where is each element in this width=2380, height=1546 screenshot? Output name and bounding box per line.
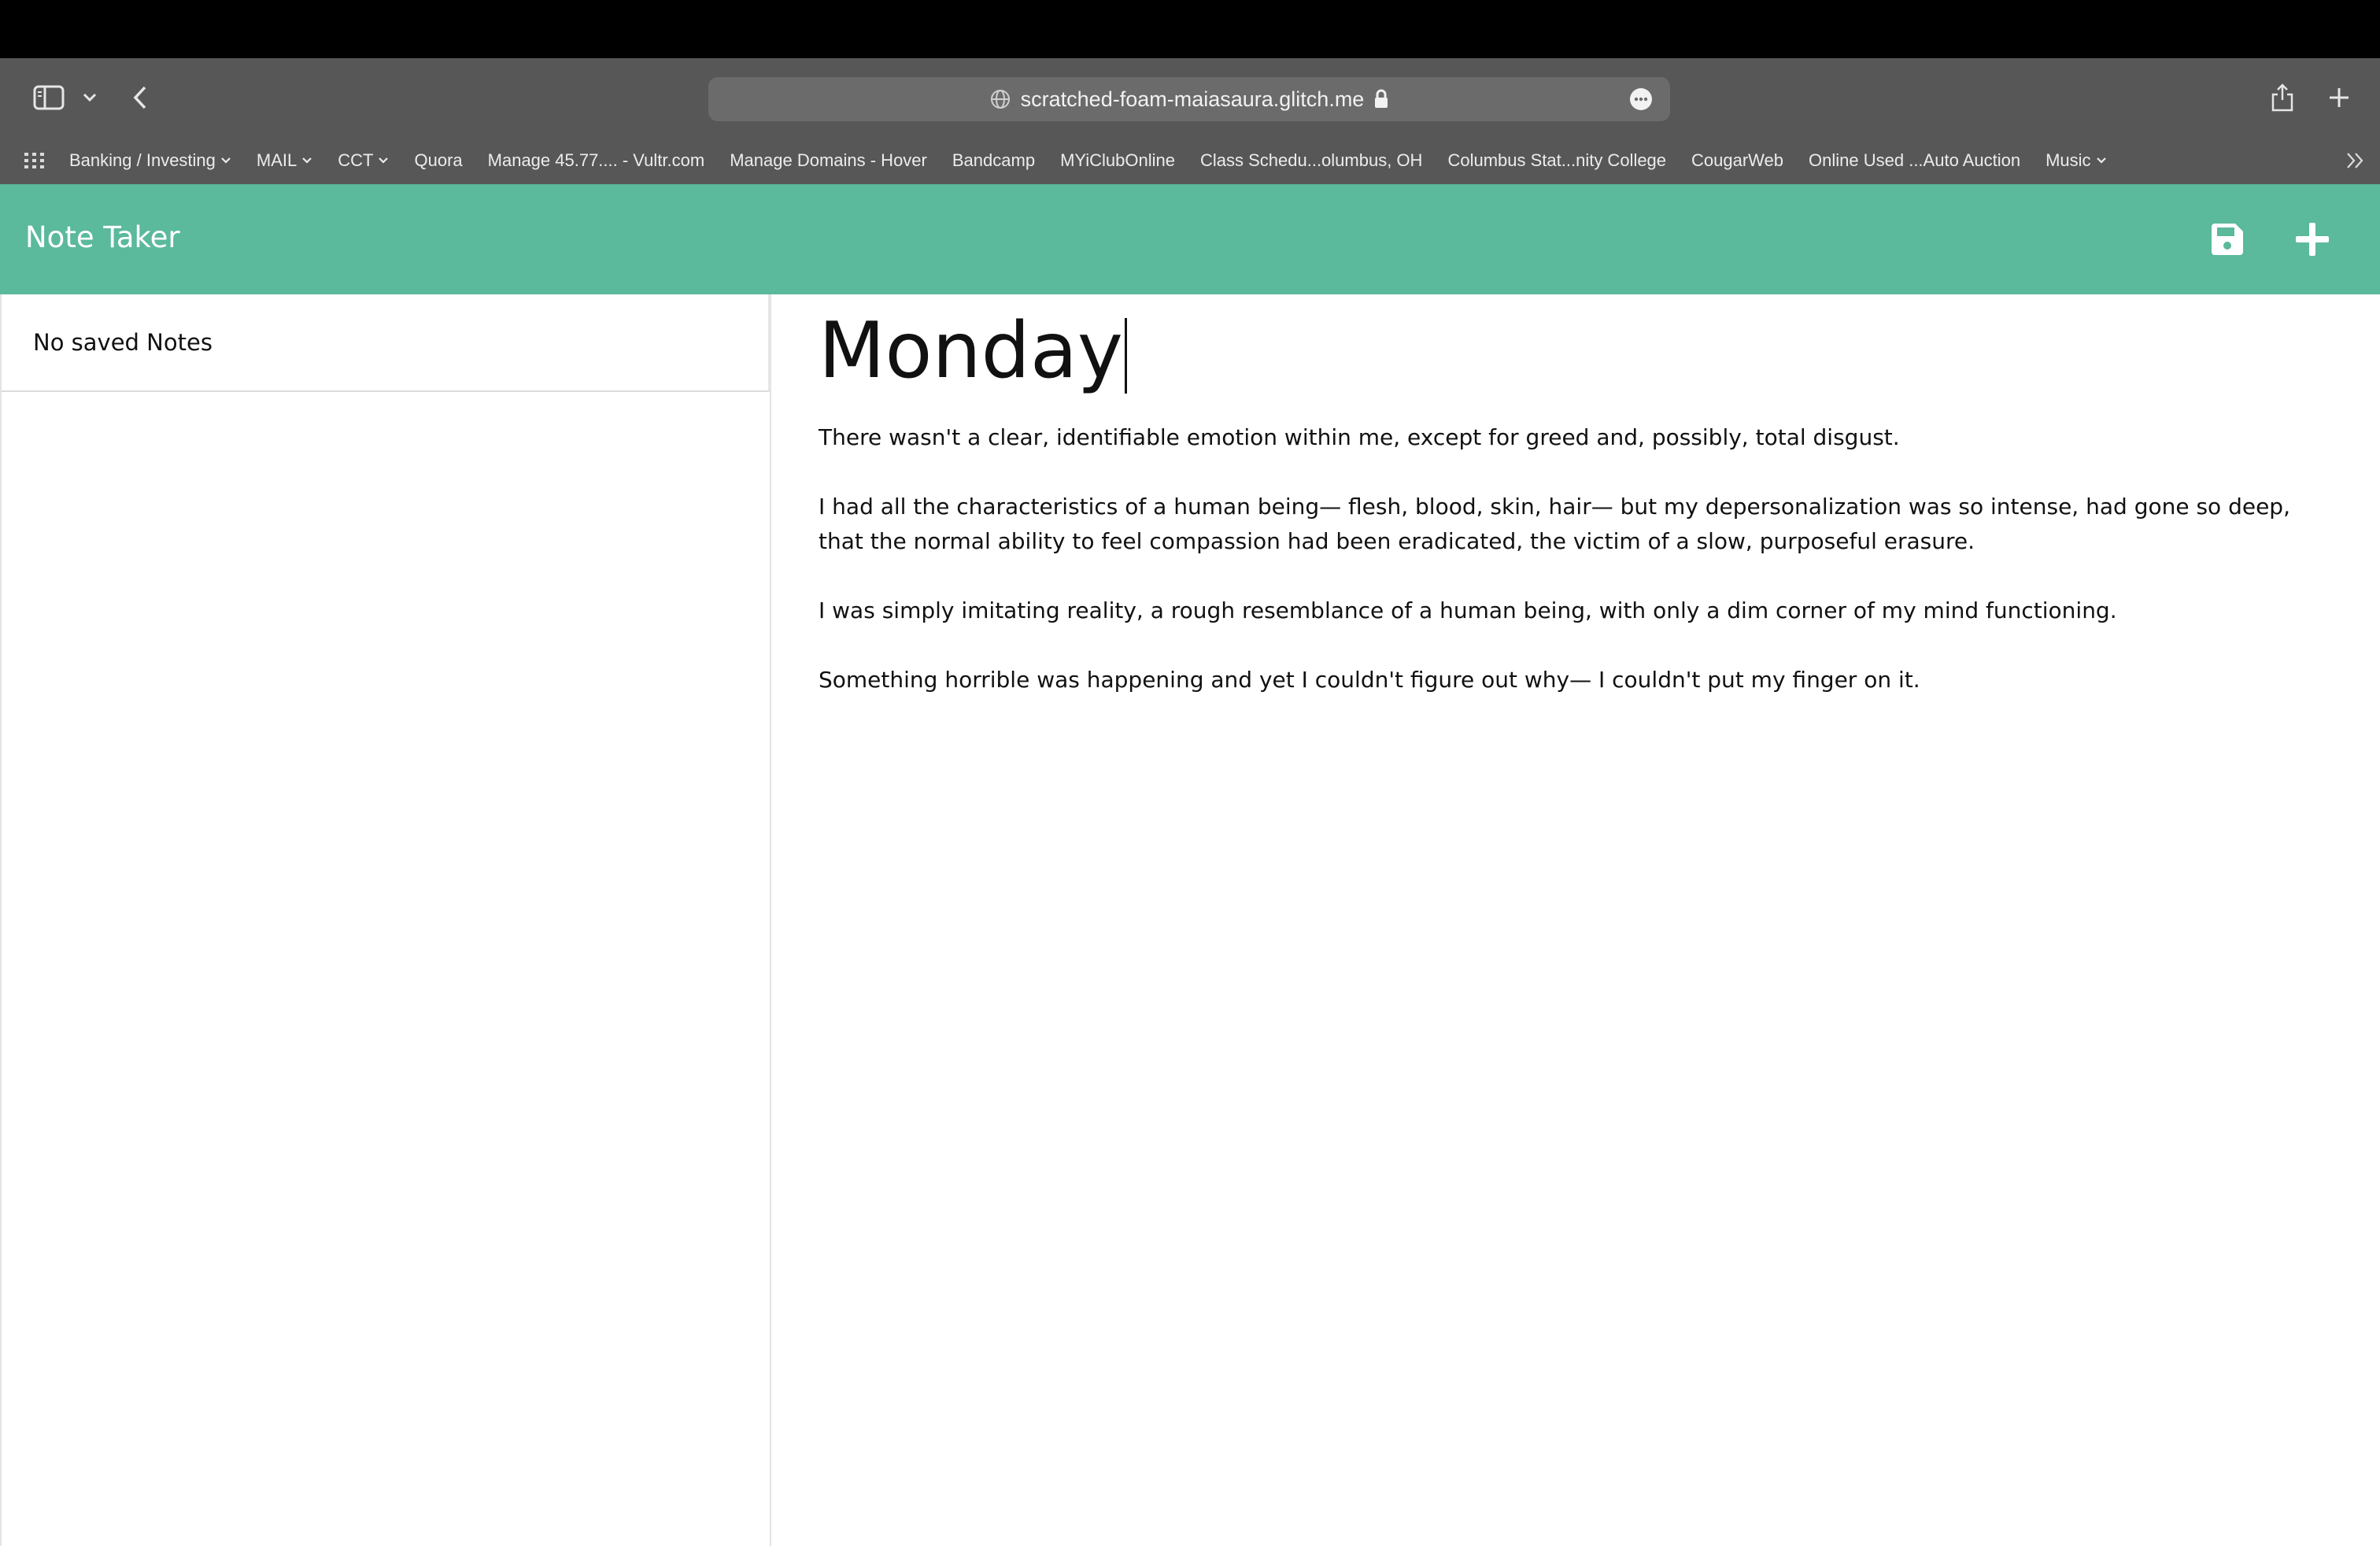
chevron-down-icon bbox=[221, 157, 231, 164]
bookmark-banking-investing[interactable]: Banking / Investing bbox=[69, 150, 231, 171]
bookmark-cct[interactable]: CCT bbox=[338, 150, 389, 171]
share-icon[interactable] bbox=[2260, 76, 2304, 120]
bookmark-bandcamp[interactable]: Bandcamp bbox=[952, 150, 1035, 171]
main-area: No saved Notes Monday There wasn't a cle… bbox=[0, 294, 2380, 1546]
chevron-down-icon bbox=[2096, 157, 2106, 164]
sidebar-toggle-icon[interactable] bbox=[28, 76, 69, 120]
chevron-down-icon[interactable] bbox=[76, 76, 104, 120]
app-header: Note Taker bbox=[0, 184, 2380, 294]
bookmark-hover[interactable]: Manage Domains - Hover bbox=[730, 150, 927, 171]
note-paragraph: There wasn't a clear, identifiable emoti… bbox=[819, 424, 1900, 450]
bookmark-auto-auction[interactable]: Online Used ...Auto Auction bbox=[1809, 150, 2020, 171]
lock-icon bbox=[1375, 89, 1388, 108]
app-title[interactable]: Note Taker bbox=[25, 220, 180, 254]
grid-icon[interactable] bbox=[24, 151, 46, 170]
new-tab-icon[interactable] bbox=[2317, 76, 2361, 120]
bookmark-cougarweb[interactable]: CougarWeb bbox=[1691, 150, 1783, 171]
globe-icon bbox=[990, 90, 1010, 109]
bookmark-columbus-state[interactable]: Columbus Stat...nity College bbox=[1447, 150, 1666, 171]
save-icon[interactable] bbox=[2204, 216, 2251, 263]
chevron-down-icon bbox=[302, 157, 312, 164]
double-chevron-right-icon[interactable] bbox=[2345, 151, 2366, 170]
bookmark-vultr[interactable]: Manage 45.77.... - Vultr.com bbox=[488, 150, 705, 171]
bookmark-quora[interactable]: Quora bbox=[414, 150, 462, 171]
address-bar[interactable]: scratched-foam-maiasaura.glitch.me bbox=[708, 77, 1670, 121]
note-body-textarea[interactable]: There wasn't a clear, identifiable emoti… bbox=[819, 420, 2338, 697]
plus-icon[interactable] bbox=[2289, 216, 2336, 263]
url-text[interactable]: scratched-foam-maiasaura.glitch.me bbox=[1021, 87, 1365, 112]
bookmarks-bar: Banking / Investing MAIL CCT Quora Manag… bbox=[0, 137, 2380, 184]
bookmark-mail[interactable]: MAIL bbox=[257, 150, 312, 171]
bookmark-myiclubonline[interactable]: MYiClubOnline bbox=[1060, 150, 1175, 171]
more-options-icon[interactable] bbox=[1629, 87, 1653, 111]
note-editor: Monday There wasn't a clear, identifiabl… bbox=[819, 294, 2338, 732]
note-title-input[interactable]: Monday bbox=[819, 309, 2338, 394]
bookmark-music[interactable]: Music bbox=[2046, 150, 2106, 171]
notes-sidebar: No saved Notes bbox=[0, 294, 771, 1546]
note-paragraph: I was simply imitating reality, a rough … bbox=[819, 597, 2117, 623]
note-paragraph: Something horrible was happening and yet… bbox=[819, 667, 1920, 693]
back-icon[interactable] bbox=[118, 76, 162, 120]
note-paragraph: I had all the characteristics of a human… bbox=[819, 494, 2290, 554]
browser-toolbar: scratched-foam-maiasaura.glitch.me bbox=[0, 58, 2380, 137]
bookmark-class-schedule[interactable]: Class Schedu...olumbus, OH bbox=[1200, 150, 1422, 171]
screen-top-bar bbox=[0, 0, 2380, 58]
empty-notes-message: No saved Notes bbox=[2, 294, 770, 392]
chevron-down-icon bbox=[379, 157, 389, 164]
text-caret bbox=[1124, 318, 1127, 394]
